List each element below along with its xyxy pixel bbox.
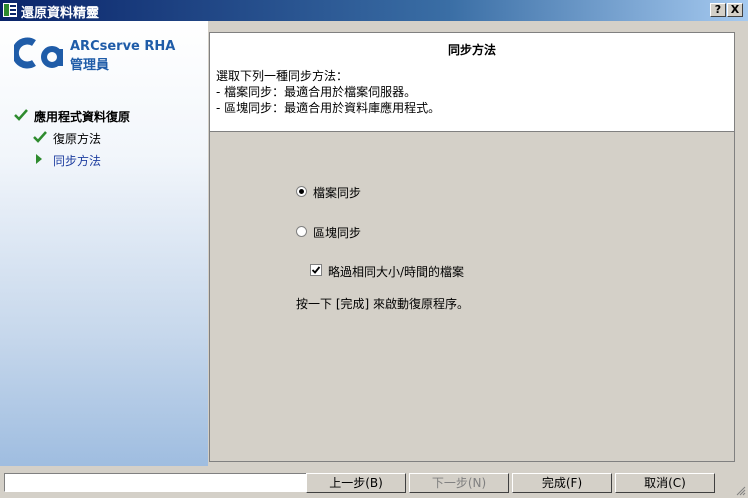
- check-icon: [33, 131, 47, 143]
- header-description-line: - 區塊同步：最適合用於資料庫應用程式。: [216, 101, 441, 115]
- header-description-line: - 檔案同步：最適合用於檔案伺服器。: [216, 85, 417, 99]
- cancel-button[interactable]: 取消(C): [615, 473, 715, 493]
- skip-same-files-label[interactable]: 略過相同大小/時間的檔案: [328, 263, 464, 280]
- radio-dot: [299, 189, 304, 194]
- close-button[interactable]: X: [727, 3, 743, 17]
- step-label: 同步方法: [53, 154, 102, 168]
- block-sync-label[interactable]: 區塊同步: [313, 224, 361, 241]
- help-button[interactable]: ?: [710, 3, 726, 17]
- wizard-app-icon: [3, 3, 17, 17]
- file-sync-label[interactable]: 檔案同步: [313, 184, 361, 201]
- brand-subtitle: 管理員: [70, 58, 110, 73]
- status-bar: [4, 473, 324, 492]
- resize-grip-icon[interactable]: [734, 484, 746, 496]
- wizard-sidebar: ARCserve RHA 管理員 應用程式資料復原 復原方法 同步方法: [0, 21, 208, 466]
- skip-same-files-checkbox[interactable]: [310, 264, 322, 276]
- checkmark-icon: [311, 266, 321, 274]
- title-bar[interactable]: 還原資料精靈 ? X: [0, 0, 748, 21]
- header-description-line: 選取下列一種同步方法：: [216, 69, 349, 83]
- page-title: 同步方法: [447, 43, 496, 57]
- window-title: 還原資料精靈: [21, 6, 100, 21]
- block-sync-radio[interactable]: [296, 226, 307, 237]
- page-header: 同步方法 選取下列一種同步方法： - 檔案同步：最適合用於檔案伺服器。 - 區塊…: [210, 33, 734, 132]
- file-sync-radio[interactable]: [296, 186, 307, 197]
- finish-button[interactable]: 完成(F): [512, 473, 612, 493]
- content-panel: 同步方法 選取下列一種同步方法： - 檔案同步：最適合用於檔案伺服器。 - 區塊…: [209, 32, 735, 462]
- restore-wizard-window: 還原資料精靈 ? X ARCserve RHA 管理員 應用程式資料復原 復原方…: [0, 0, 748, 498]
- step-label: 應用程式資料復原: [34, 110, 131, 124]
- back-button[interactable]: 上一步(B): [306, 473, 406, 493]
- check-icon: [14, 109, 28, 121]
- step-label: 復原方法: [53, 132, 102, 146]
- instruction-text: 按一下 [完成] 來啟動復原程序。: [296, 297, 469, 311]
- next-button[interactable]: 下一步(N): [409, 473, 509, 493]
- ca-logo-icon: [14, 37, 63, 69]
- arrow-right-icon: [36, 154, 42, 164]
- brand-product-name: ARCserve RHA: [70, 39, 176, 54]
